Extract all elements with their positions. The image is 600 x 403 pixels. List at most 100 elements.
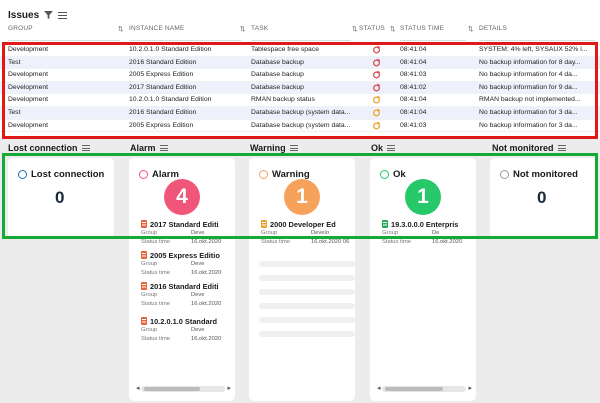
entry-time-row: Status time 16.okt.2020 (141, 335, 237, 344)
lost-connection-card[interactable]: Lost connection 0 (8, 158, 114, 238)
cell-task: Tablespace free space (251, 46, 320, 53)
menu-icon[interactable] (289, 145, 298, 151)
entry-time-row: Status time 16.okt.2020 (141, 238, 237, 247)
cell-task: Database backup (251, 83, 304, 91)
alarm-status-icon (372, 70, 388, 81)
table-row[interactable]: Test 2016 Standard Edition Database back… (0, 56, 600, 70)
group-label: Group (141, 292, 158, 298)
cell-details: RMAN backup not implemented... (479, 96, 581, 104)
table-row[interactable]: Development 2017 Standard Edition Databa… (0, 81, 600, 95)
group-label: Group (382, 230, 399, 236)
status-time-value: 16.okt.2020 (191, 336, 222, 342)
board-column-headers: Lost connection Alarm Warning Ok Not mon… (0, 143, 600, 155)
status-circle-icon (259, 170, 268, 179)
column-header-details[interactable]: DETAILS (479, 25, 507, 32)
column-header-ok: Ok (371, 143, 396, 153)
column-header-instance[interactable]: INSTANCE NAME (129, 25, 185, 32)
column-header-status[interactable]: STATUS (359, 25, 385, 32)
horizontal-scrollbar[interactable]: ◂ ▸ (377, 385, 472, 392)
time-filter-field[interactable] (400, 35, 466, 41)
alarm-card[interactable]: Alarm 4 2017 Standard Editi Group Deve St… (129, 158, 235, 401)
sort-icon[interactable]: ⇅ (390, 25, 396, 33)
scroll-left-icon[interactable]: ◂ (377, 384, 381, 392)
filter-icon[interactable] (44, 11, 54, 19)
cell-group: Test (8, 108, 21, 116)
table-row[interactable]: Test 2016 Standard Edition Database back… (0, 106, 600, 120)
list-item[interactable]: 2017 Standard Editi Group Deve Status tim… (141, 219, 237, 247)
warning-status-icon (372, 95, 388, 106)
task-filter-field[interactable] (251, 35, 351, 41)
group-label: Group (141, 261, 158, 267)
details-filter-field[interactable] (479, 35, 595, 41)
lost-connection-count: 0 (55, 188, 65, 207)
cell-details: No backup information for 3 da... (479, 108, 578, 116)
entry-time-row: Status time 16.okt.2020 (382, 238, 478, 247)
table-row[interactable]: Development 10.2.0.1.0 Standard Edition … (0, 94, 600, 107)
list-item[interactable]: 10.2.0.1.0 Standard Group Deve Status tim… (141, 316, 237, 344)
scroll-right-icon[interactable]: ▸ (227, 384, 231, 392)
scrollbar-thumb[interactable] (385, 387, 443, 391)
list-item[interactable]: 2000 Developer Ed Group Develo Status tim… (261, 219, 357, 247)
card-title-label: Lost connection (31, 169, 105, 180)
cell-status-time: 08:41:04 (400, 58, 427, 66)
column-header-group[interactable]: GROUP (8, 25, 33, 32)
card-title-label: Not monitored (513, 169, 578, 180)
warning-card[interactable]: Warning 1 2000 Developer Ed Group Develo … (249, 158, 355, 401)
ok-card[interactable]: Ok 1 19.3.0.0.0 Enterpris Group De Status… (370, 158, 476, 401)
cell-instance: 10.2.0.1.0 Standard Edition (129, 46, 212, 53)
sort-icon[interactable]: ⇅ (118, 25, 124, 33)
entry-group-row: Group Deve (141, 291, 237, 300)
column-header-task[interactable]: TASK (251, 25, 268, 32)
menu-icon[interactable] (159, 145, 168, 151)
cell-group: Development (8, 71, 49, 79)
entry-time-row: Status time 16.okt.2020 (141, 300, 237, 309)
list-item[interactable]: 2005 Express Editio Group Deve Status tim… (141, 250, 237, 278)
column-header-label: Ok (371, 143, 384, 153)
sort-icon[interactable]: ⇅ (240, 25, 246, 33)
table-row[interactable]: Development 10.2.0.1.0 Standard Edition … (0, 44, 600, 57)
group-value: De (432, 230, 440, 236)
menu-icon[interactable] (58, 11, 68, 19)
database-icon (261, 220, 267, 228)
menu-icon[interactable] (387, 145, 396, 151)
status-circle-icon (18, 170, 27, 179)
entry-group-row: Group De (382, 229, 478, 238)
sort-icon[interactable]: ⇅ (352, 25, 358, 33)
group-label: Group (141, 327, 158, 333)
cell-group: Development (8, 96, 49, 104)
scroll-left-icon[interactable]: ◂ (136, 384, 140, 392)
status-time-label: Status time (141, 301, 170, 307)
instance-filter-field[interactable] (129, 35, 241, 41)
alarm-status-icon (372, 83, 388, 94)
cell-instance: 2016 Standard Edition (129, 108, 197, 116)
cell-instance: 2005 Express Edition (129, 71, 194, 79)
group-value: Deve (191, 230, 205, 236)
sort-icon[interactable]: ⇅ (468, 25, 474, 33)
horizontal-scrollbar[interactable]: ◂ ▸ (136, 385, 231, 392)
group-label: Group (261, 230, 278, 236)
scroll-right-icon[interactable]: ▸ (468, 384, 472, 392)
status-time-value: 16.okt.2020 06 (311, 239, 350, 245)
entry-title: 19.3.0.0.0 Enterpris (382, 219, 478, 229)
entry-title: 2005 Express Editio (141, 250, 237, 260)
scrollbar-thumb[interactable] (144, 387, 200, 391)
column-header-label: Not monitored (492, 143, 554, 153)
column-filter-row (0, 35, 600, 42)
status-time-label: Status time (261, 239, 290, 245)
not-monitored-card[interactable]: Not monitored 0 (490, 158, 596, 238)
menu-icon[interactable] (81, 145, 90, 151)
list-item[interactable]: 19.3.0.0.0 Enterpris Group De Status time… (382, 219, 478, 247)
warning-count-badge: 1 (284, 179, 320, 215)
group-filter-field[interactable] (8, 35, 120, 41)
status-time-label: Status time (141, 239, 170, 245)
column-header-status-time[interactable]: STATUS TIME (400, 25, 444, 32)
group-value: Deve (191, 292, 205, 298)
list-item[interactable]: 2016 Standard Editi Group Deve Status tim… (141, 281, 237, 309)
card-title-label: Alarm (152, 169, 179, 180)
warning-status-icon (372, 108, 388, 119)
status-time-label: Status time (141, 270, 170, 276)
entry-group-row: Group Deve (141, 229, 237, 238)
menu-icon[interactable] (557, 145, 566, 151)
table-row[interactable]: Development 2005 Express Edition Databas… (0, 120, 600, 133)
table-row[interactable]: Development 2005 Express Edition Databas… (0, 69, 600, 82)
